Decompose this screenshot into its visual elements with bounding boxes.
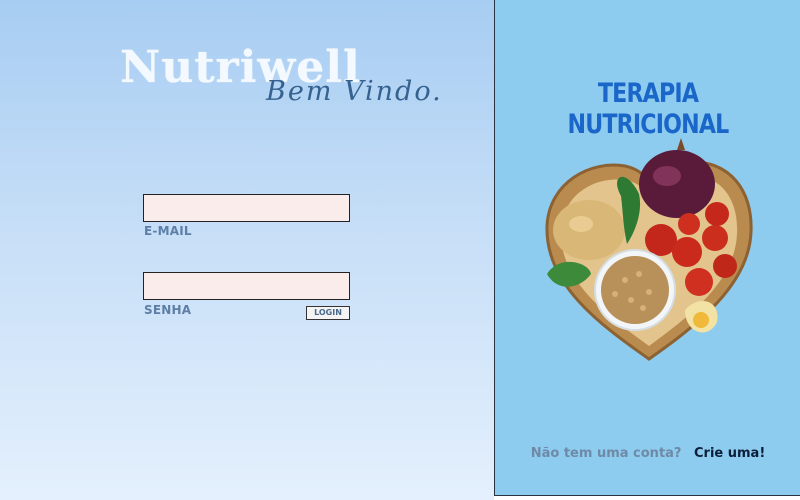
- heart-food-bowl-icon: [545, 138, 753, 361]
- signup-row: Não tem uma conta? Crie uma!: [495, 446, 800, 461]
- login-panel: Nutriwell Bem Vindo. E-MAIL SENHA LOGIN: [0, 0, 494, 500]
- password-input[interactable]: [143, 272, 350, 300]
- promo-panel: TERAPIA NUTRICIONAL Não tem uma conta? C…: [494, 0, 800, 496]
- welcome-tagline: Bem Vindo.: [266, 76, 443, 107]
- create-account-link[interactable]: Crie uma!: [694, 446, 765, 461]
- email-input[interactable]: [143, 194, 350, 222]
- promo-title: TERAPIA NUTRICIONAL: [567, 78, 730, 140]
- login-button[interactable]: LOGIN: [306, 306, 350, 320]
- email-label: E-MAIL: [144, 224, 192, 238]
- signup-prompt: Não tem uma conta?: [530, 446, 682, 461]
- password-label: SENHA: [144, 303, 192, 317]
